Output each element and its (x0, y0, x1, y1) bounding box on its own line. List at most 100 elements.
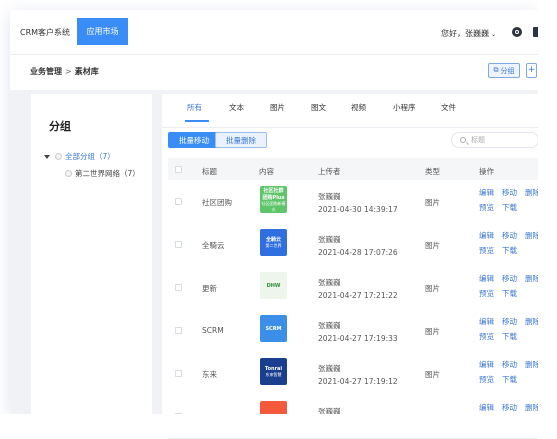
thumbnail-image: 社区社群 团购Plus 社区团购新模式 (260, 186, 287, 213)
thumbnail-subtext: 第二世界 (265, 243, 282, 248)
tab-mini-program[interactable]: 小程序 (393, 102, 416, 113)
thumbnail-image: Tonrai 东来智慧 (260, 358, 287, 385)
nav-tab-app-market[interactable]: 应用市场 (77, 18, 128, 45)
edit-link[interactable]: 编辑 (479, 231, 494, 240)
group-button[interactable]: ⧉ 分组 (488, 63, 520, 78)
row-uploader: 张巍巍 2021-04-27 17:21:22 (318, 277, 398, 301)
sidebar-title: 分组 (49, 120, 71, 133)
tab-video[interactable]: 视频 (351, 102, 366, 113)
row-type: 图片 (425, 284, 440, 293)
breadcrumb-parent[interactable]: 业务管理 (30, 67, 62, 76)
uploader-name: 张巍巍 (318, 321, 341, 330)
add-button[interactable]: + (526, 63, 537, 78)
move-link[interactable]: 移动 (502, 360, 517, 369)
preview-link[interactable]: 预览 (479, 289, 494, 298)
download-link[interactable]: 下载 (502, 203, 517, 212)
content-thumbnail[interactable]: 社区社群 团购Plus 社区团购新模式 (260, 186, 287, 213)
delete-link[interactable]: 删除 (525, 403, 540, 412)
row-uploader: 张巍巍 2021-04-28 17:07:26 (318, 234, 398, 258)
preview-link[interactable]: 预览 (479, 203, 494, 212)
row-uploader: 张巍巍 2021-04-27 17:19:33 (318, 320, 398, 344)
tab-all[interactable]: 所有 (187, 102, 202, 113)
thumbnail-text: 全騎云 (265, 237, 281, 243)
active-tab-indicator (185, 120, 209, 122)
brand-title[interactable]: CRM客户系统 (20, 27, 70, 38)
edit-link[interactable]: 编辑 (479, 188, 494, 197)
uploader-name: 张巍巍 (318, 192, 341, 201)
download-link[interactable]: 下载 (502, 289, 517, 298)
tree-item-label: 第二世界网络（7） (75, 169, 140, 178)
row-uploader: 张巍巍 2021-04-30 14:39:17 (318, 191, 398, 215)
row-type: 图片 (425, 241, 440, 250)
row-actions: 编辑 移动 删除 预览 下载 (479, 400, 548, 430)
edit-link[interactable]: 编辑 (479, 274, 494, 283)
content-thumbnail[interactable]: 全騎云 第二世界 (260, 229, 287, 256)
upload-time: 2021-04-27 17:19:33 (318, 334, 398, 343)
move-link[interactable]: 移动 (502, 317, 517, 326)
row-checkbox[interactable] (175, 370, 182, 377)
nav-tab-label: 应用市场 (86, 27, 119, 36)
edit-link[interactable]: 编辑 (479, 403, 494, 412)
row-checkbox[interactable] (175, 241, 182, 248)
content-thumbnail[interactable]: DHW (260, 272, 287, 299)
chevron-down-icon[interactable] (44, 154, 50, 159)
tree-checkbox[interactable] (55, 153, 62, 160)
batch-delete-button[interactable]: 批量删除 (215, 132, 267, 148)
uploader-name: 张巍巍 (318, 364, 341, 373)
upload-time: 2021-04-27 17:19:12 (318, 377, 398, 386)
batch-move-button[interactable]: 批量移动 (168, 132, 220, 148)
select-all-checkbox[interactable] (175, 166, 182, 173)
preview-link[interactable]: 预览 (479, 246, 494, 255)
tree-checkbox[interactable] (65, 170, 72, 177)
download-link[interactable]: 下载 (502, 418, 517, 427)
tree-item-subgroup[interactable]: 第二世界网络（7） (65, 168, 140, 179)
row-checkbox[interactable] (175, 198, 182, 205)
edit-link[interactable]: 编辑 (479, 360, 494, 369)
thumbnail-image (260, 401, 287, 428)
row-checkbox[interactable] (175, 284, 182, 291)
user-greeting[interactable]: 您好，张巍巍 ⌄ (441, 28, 496, 39)
delete-link[interactable]: 删除 (525, 274, 540, 283)
delete-link[interactable]: 删除 (525, 188, 540, 197)
move-link[interactable]: 移动 (502, 274, 517, 283)
group-button-label: 分组 (500, 66, 515, 75)
uploader-name: 张巍巍 (318, 278, 341, 287)
preview-link[interactable]: 预览 (479, 375, 494, 384)
move-link[interactable]: 移动 (502, 231, 517, 240)
delete-link[interactable]: 删除 (525, 231, 540, 240)
row-checkbox[interactable] (175, 413, 182, 420)
search-input[interactable] (471, 136, 531, 144)
tree-item-label: 全部分组（7） (65, 152, 115, 161)
row-checkbox[interactable] (175, 327, 182, 334)
download-link[interactable]: 下载 (502, 375, 517, 384)
row-actions: 编辑 移动 删除 预览 下载 (479, 185, 548, 215)
tab-file[interactable]: 文件 (441, 102, 456, 113)
delete-link[interactable]: 删除 (525, 360, 540, 369)
tab-rich[interactable]: 图文 (311, 102, 326, 113)
search-box[interactable] (451, 132, 539, 148)
edit-link[interactable]: 编辑 (479, 317, 494, 326)
breadcrumb-separator: > (65, 67, 72, 76)
tab-image[interactable]: 图片 (270, 102, 285, 113)
preview-link[interactable]: 预览 (479, 332, 494, 341)
logout-icon[interactable] (533, 27, 540, 37)
thumbnail-subtext: 社区团购新模式 (261, 200, 286, 212)
col-header-title: 标题 (202, 167, 217, 176)
download-link[interactable]: 下载 (502, 332, 517, 341)
move-link[interactable]: 移动 (502, 403, 517, 412)
content-thumbnail[interactable]: SCRM (260, 315, 287, 342)
content-thumbnail[interactable]: Tonrai 东来智慧 (260, 358, 287, 385)
settings-icon[interactable] (512, 27, 522, 37)
breadcrumb-current: 素材库 (74, 67, 99, 76)
preview-link[interactable]: 预览 (479, 418, 494, 427)
content-thumbnail[interactable] (260, 401, 287, 428)
row-uploader: 张巍巍 (318, 406, 341, 419)
thumbnail-text: DHW (266, 282, 281, 289)
download-link[interactable]: 下载 (502, 246, 517, 255)
row-title: 东来 (202, 370, 217, 379)
group-sidebar (31, 94, 152, 414)
delete-link[interactable]: 删除 (525, 317, 540, 326)
move-link[interactable]: 移动 (502, 188, 517, 197)
tree-item-all[interactable]: 全部分组（7） (44, 151, 115, 162)
tab-text[interactable]: 文本 (229, 102, 244, 113)
